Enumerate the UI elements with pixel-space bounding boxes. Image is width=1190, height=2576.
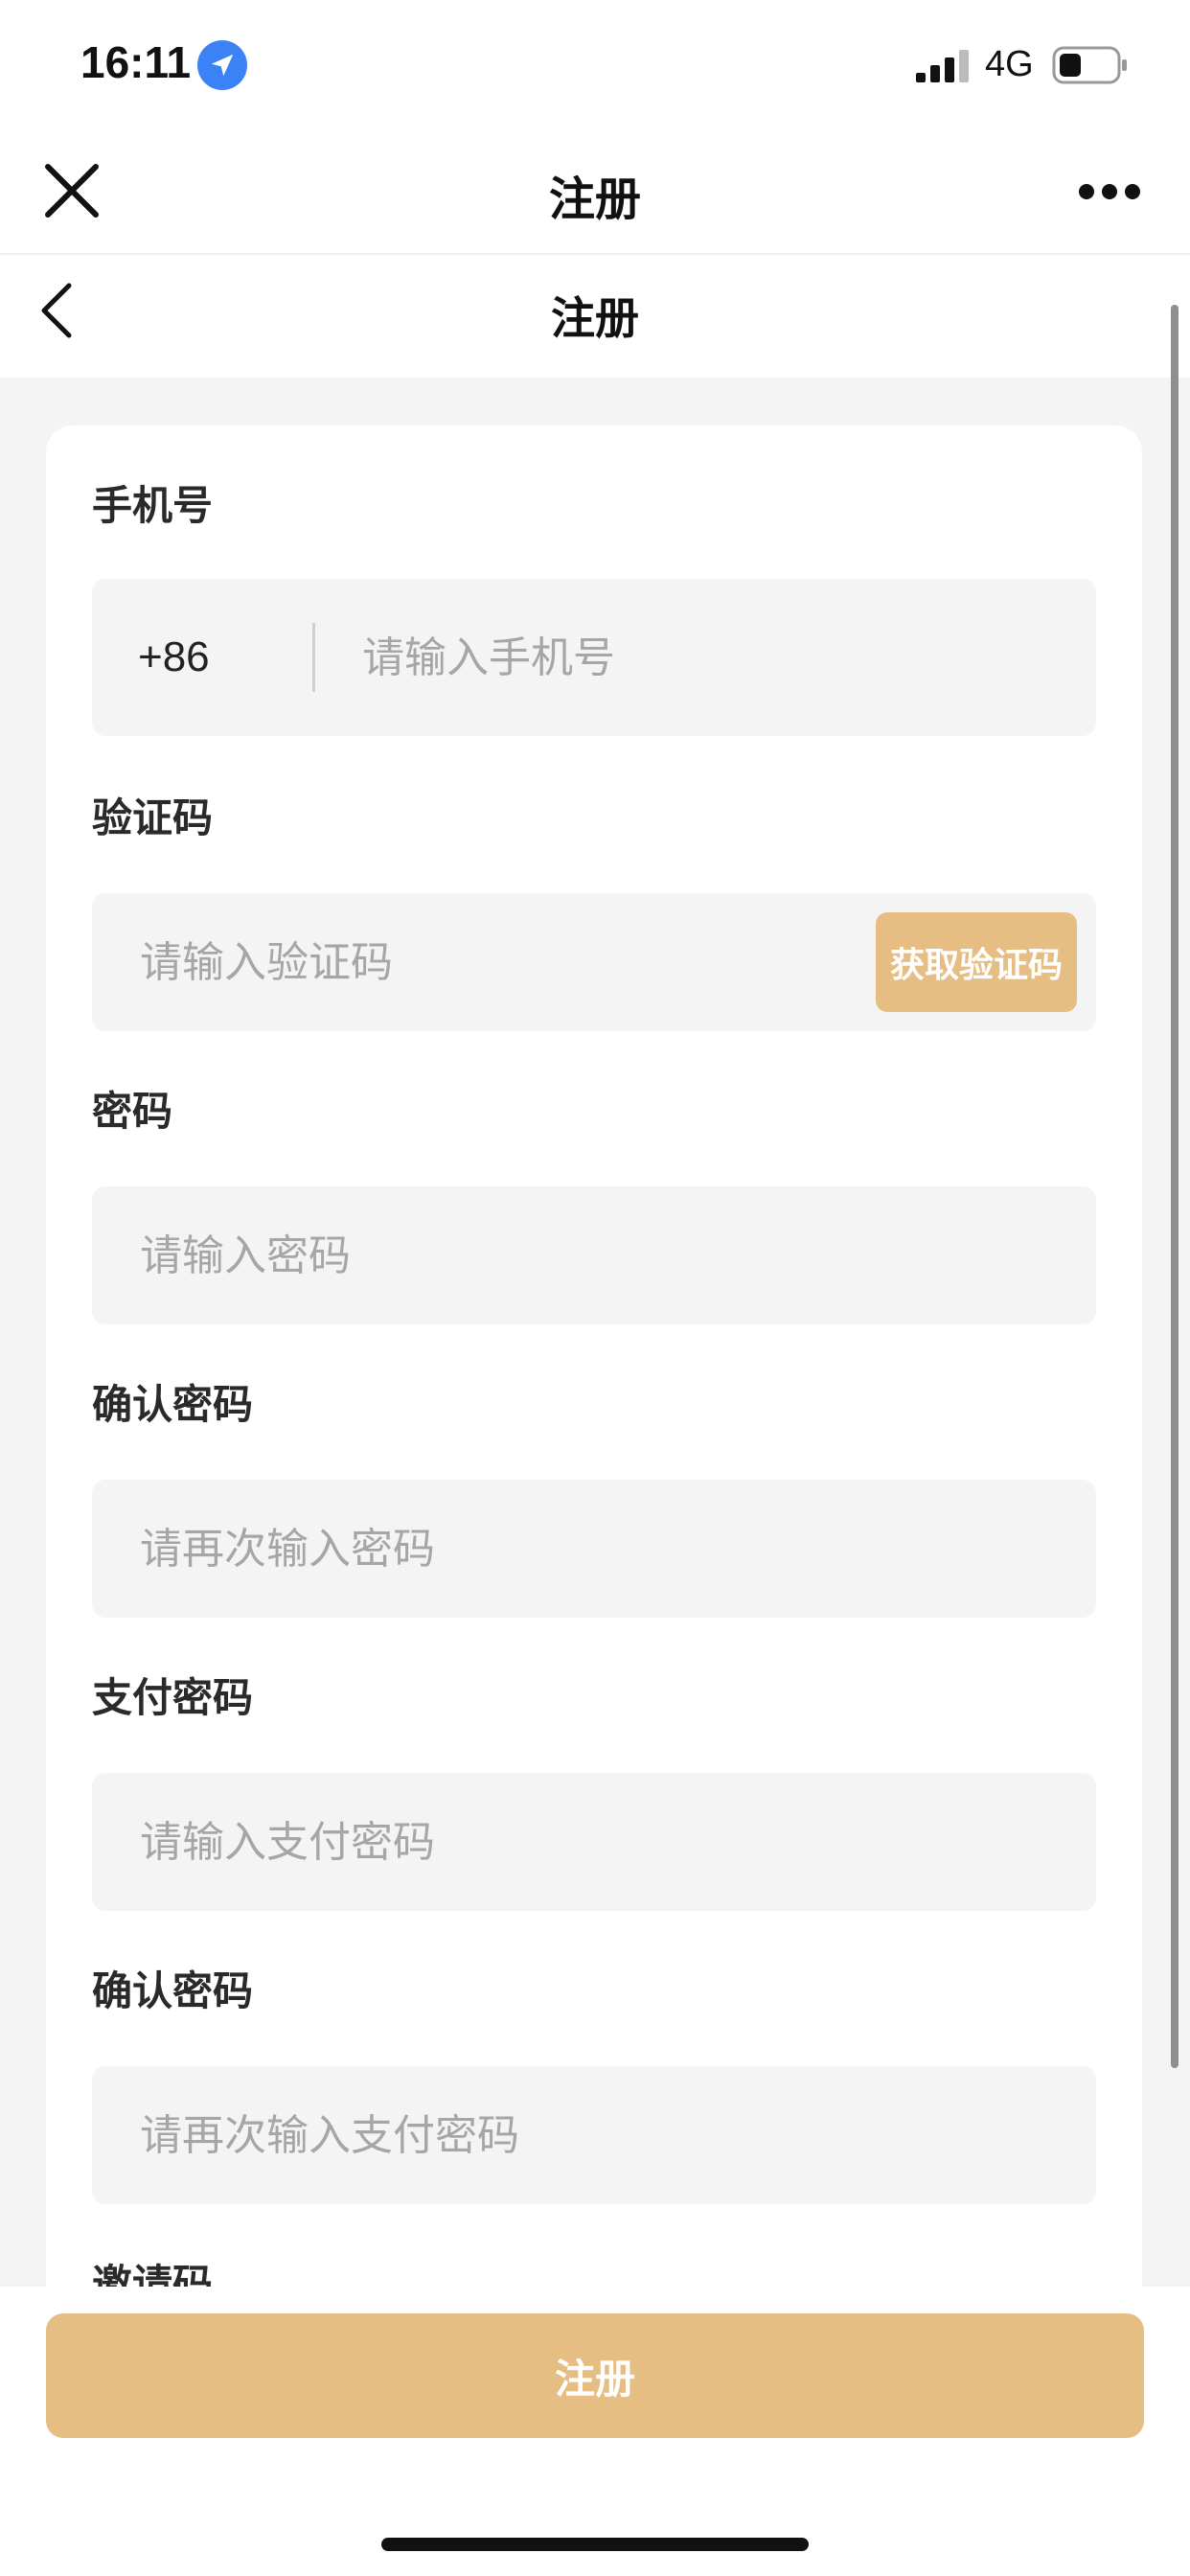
divider — [312, 623, 315, 692]
get-code-button[interactable]: 获取验证码 — [876, 912, 1077, 1012]
pay-password-label: 支付密码 — [92, 1674, 254, 1721]
pay-password-input[interactable] — [140, 1773, 906, 1911]
register-button[interactable]: 注册 — [46, 2313, 1144, 2438]
signal-icon — [916, 50, 969, 82]
status-time: 16:11 — [80, 37, 192, 87]
page-nav-bar: 注册 — [0, 255, 1190, 378]
location-arrow-icon — [197, 40, 247, 90]
phone-field: +86 — [92, 579, 1096, 736]
home-indicator[interactable] — [381, 2538, 809, 2551]
password-label: 密码 — [92, 1088, 173, 1135]
status-bar: 16:11 4G — [0, 0, 1190, 134]
phone-input[interactable] — [362, 579, 1033, 736]
password-input[interactable] — [140, 1186, 906, 1324]
verify-code-label: 验证码 — [92, 794, 214, 841]
page-title: 注册 — [551, 292, 639, 344]
confirm-password-label: 确认密码 — [92, 1381, 254, 1428]
confirm-pay-password-input[interactable] — [140, 2066, 906, 2204]
pay-password-field — [92, 1773, 1096, 1911]
confirm-password-input[interactable] — [140, 1480, 906, 1618]
verify-code-input[interactable] — [140, 893, 811, 1031]
phone-label: 手机号 — [92, 482, 214, 529]
password-field — [92, 1186, 1096, 1324]
confirm-pay-password-field — [92, 2066, 1096, 2204]
battery-icon — [1052, 46, 1127, 84]
mini-program-bar: 注册 — [0, 134, 1190, 255]
more-icon[interactable] — [1077, 180, 1142, 203]
confirm-pay-password-label: 确认密码 — [92, 1967, 254, 2014]
bottom-bar: 注册 — [0, 2287, 1190, 2576]
country-code[interactable]: +86 — [138, 579, 210, 736]
mini-program-title: 注册 — [548, 172, 641, 226]
register-form: 手机号 +86 验证码 获取验证码 密码 确认密码 支付密码 确认密码 邀请码 — [46, 426, 1142, 2342]
network-label: 4G — [985, 44, 1034, 84]
scrollbar[interactable] — [1171, 305, 1179, 2068]
confirm-password-field — [92, 1480, 1096, 1618]
verify-code-field: 获取验证码 — [92, 893, 1096, 1031]
